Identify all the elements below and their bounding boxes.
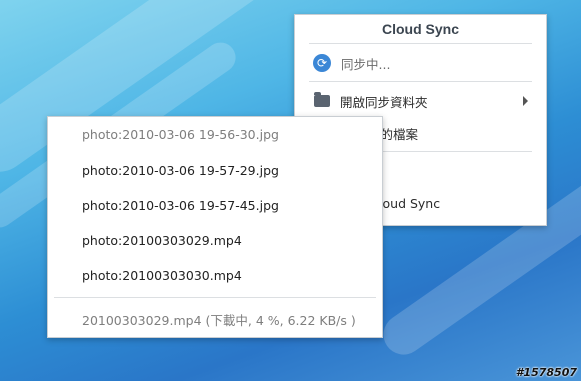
file-item[interactable]: photo:20100303029.mp4 [82,233,242,248]
folder-icon [314,92,330,107]
recent-files-popup: photo:2010-03-06 19-56-30.jpg photo:2010… [47,116,383,338]
menu-separator [309,43,532,44]
sync-icon: ⟳ [313,54,331,72]
menu-separator [309,81,532,82]
download-status: 20100303029.mp4 (下載中, 4 %, 6.22 KB/s ) [82,313,356,328]
menu-item-label: 開啟同步資料夾 [340,94,428,110]
menu-item-open-sync-folder[interactable]: 開啟同步資料夾 [309,87,532,115]
file-item[interactable]: photo:2010-03-06 19-56-30.jpg [82,127,279,142]
popup-separator [54,297,376,298]
chevron-right-icon [523,96,528,106]
menu-item-recent-files[interactable]: …的檔案 [368,119,532,147]
menu-item-hidden[interactable]: … [370,157,532,185]
file-item[interactable]: photo:2010-03-06 19-57-29.jpg [82,163,279,178]
file-item[interactable]: photo:2010-03-06 19-57-45.jpg [82,198,279,213]
menu-title: Cloud Sync [381,21,459,37]
menu-item-label: 同步中... [341,56,391,72]
menu-item-cloud-sync[interactable]: …oud Sync [370,189,532,217]
file-item[interactable]: photo:20100303030.mp4 [82,268,242,283]
watermark-id: #1578507 [515,366,577,379]
menu-item-syncing[interactable]: ⟳ 同步中... [309,49,532,77]
